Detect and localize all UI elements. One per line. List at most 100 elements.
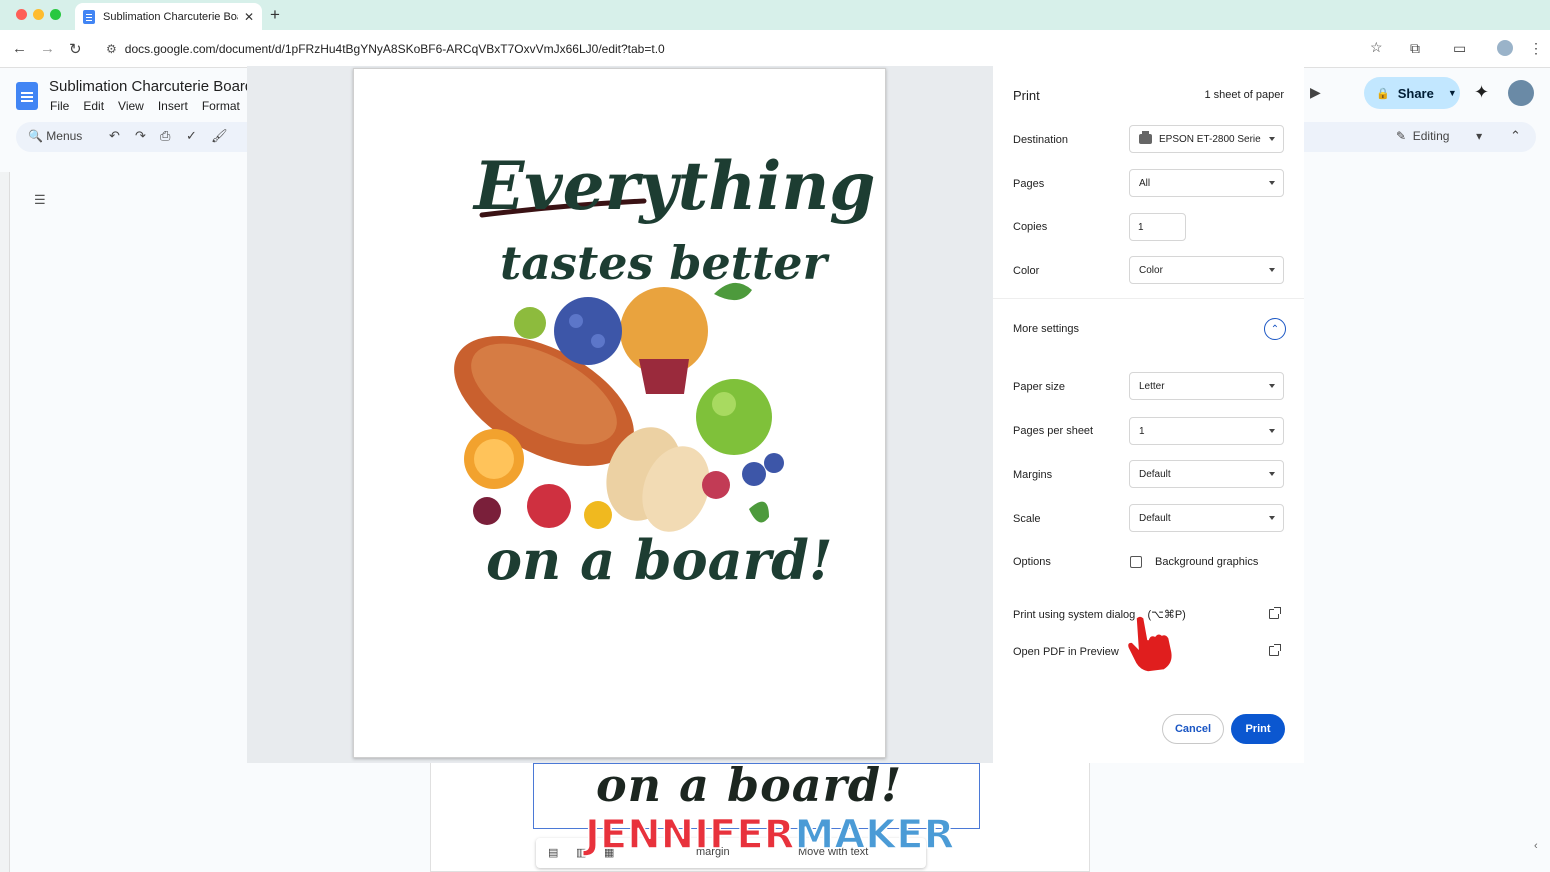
scale-value: Default [1139, 512, 1171, 524]
margins-value: Default [1139, 468, 1171, 480]
paint-format-icon[interactable]: 🖌 [211, 128, 228, 144]
chevron-down-icon [1269, 137, 1275, 141]
copies-input[interactable]: 1 [1129, 213, 1186, 241]
margins-select[interactable]: Default [1129, 460, 1284, 488]
browser-menu-icon[interactable]: ⋮ [1529, 40, 1543, 57]
destination-label: Destination [1013, 134, 1069, 146]
undo-icon[interactable]: ↶ [109, 128, 120, 144]
color-label: Color [1013, 265, 1040, 277]
new-tab-button[interactable]: + [270, 5, 280, 25]
window-close-button[interactable] [16, 9, 27, 20]
document-title[interactable]: Sublimation Charcuterie Board [49, 78, 253, 95]
print-preview-area: Everything tastes better on a board! [247, 66, 993, 763]
open-external-icon[interactable] [1269, 607, 1281, 619]
menus-label: Menus [46, 129, 83, 143]
share-dropdown-icon[interactable]: ▼ [1448, 88, 1457, 98]
printer-icon [1139, 131, 1152, 144]
paper-size-select[interactable]: Letter [1129, 372, 1284, 400]
pages-per-sheet-select[interactable]: 1 [1129, 417, 1284, 445]
browser-tab[interactable]: Sublimation Charcuterie Boar ✕ [75, 3, 262, 30]
bookmark-star-icon[interactable]: ☆ [1370, 39, 1383, 56]
redo-icon[interactable]: ↷ [135, 128, 146, 144]
menu-edit[interactable]: Edit [83, 99, 104, 113]
preview-line-2: tastes better [500, 236, 831, 290]
editing-mode[interactable]: ✎ Editing ▾ [1396, 129, 1482, 143]
menu-view[interactable]: View [118, 99, 144, 113]
meet-icon[interactable]: ▶ [1310, 84, 1321, 101]
scale-select[interactable]: Default [1129, 504, 1284, 532]
forward-arrow-icon[interactable]: → [40, 40, 55, 57]
account-avatar[interactable] [1508, 80, 1534, 106]
chevron-down-icon [1269, 181, 1275, 185]
tab-title: Sublimation Charcuterie Boar [103, 10, 238, 23]
paper-size-label: Paper size [1013, 381, 1065, 393]
editing-label: Editing [1412, 129, 1450, 143]
profile-avatar[interactable] [1497, 40, 1513, 56]
pages-select[interactable]: All [1129, 169, 1284, 197]
chevron-down-icon [1269, 472, 1275, 476]
food-illustration [454, 282, 784, 532]
pages-label: Pages [1013, 178, 1045, 190]
tab-close-icon[interactable]: ✕ [244, 10, 254, 24]
extensions-icon[interactable]: ⧉ [1410, 40, 1420, 57]
destination-value: EPSON ET-2800 Serie [1159, 133, 1261, 145]
docs-logo-icon[interactable] [16, 82, 38, 110]
preview-artwork: Everything tastes better on a board! [454, 147, 875, 592]
cancel-button[interactable]: Cancel [1162, 714, 1224, 744]
copies-label: Copies [1013, 221, 1048, 233]
chevron-down-icon [1269, 268, 1275, 272]
chevron-down-icon [1269, 516, 1275, 520]
pages-value: All [1139, 177, 1151, 189]
url-text: docs.google.com/document/d/1pFRzHu4tBgYN… [124, 42, 665, 56]
vertical-ruler [0, 172, 10, 872]
docs-tab-icon [83, 9, 95, 24]
open-external-icon[interactable] [1269, 644, 1281, 656]
menu-file[interactable]: File [50, 99, 69, 113]
more-settings-label[interactable]: More settings [1013, 323, 1079, 335]
inline-icon[interactable]: ▤ [548, 846, 558, 859]
outline-icon[interactable]: ☰ [34, 192, 46, 208]
print-title: Print [1013, 88, 1040, 103]
preview-line-1: Everything [472, 147, 875, 225]
reload-icon[interactable]: ↻ [69, 40, 82, 58]
url-omnibox[interactable]: ⚙ docs.google.com/document/d/1pFRzHu4tBg… [98, 35, 1398, 63]
options-label: Options [1013, 556, 1051, 568]
window-zoom-button[interactable] [50, 9, 61, 20]
background-graphics-label[interactable]: Background graphics [1155, 556, 1258, 568]
sheet-count: 1 sheet of paper [1204, 89, 1284, 101]
chevron-down-icon [1269, 429, 1275, 433]
margins-label: Margins [1013, 469, 1053, 481]
address-bar: ← → ↻ ⚙ docs.google.com/document/d/1pFRz… [0, 30, 1550, 68]
lock-icon: 🔒 [1376, 87, 1390, 100]
back-arrow-icon[interactable]: ← [12, 40, 27, 57]
browser-tab-bar: Sublimation Charcuterie Boar ✕ + [0, 0, 1550, 30]
share-label: Share [1397, 85, 1434, 101]
copies-value: 1 [1138, 221, 1144, 233]
destination-select[interactable]: EPSON ET-2800 Serie [1129, 125, 1284, 153]
background-graphics-checkbox[interactable] [1130, 556, 1142, 568]
watermark-part-2: MAKER [794, 811, 955, 859]
collapse-toolbar-icon[interactable]: ⌃ [1510, 128, 1521, 144]
print-button[interactable]: Print [1231, 714, 1285, 744]
preview-line-3: on a board! [486, 528, 833, 592]
paper-size-value: Letter [1139, 380, 1165, 392]
chevron-up-icon[interactable]: ⌃ [1264, 318, 1286, 340]
spellcheck-icon[interactable]: ✓ [186, 128, 197, 144]
pages-per-sheet-value: 1 [1139, 425, 1145, 437]
color-value: Color [1139, 264, 1163, 276]
window-minimize-button[interactable] [33, 9, 44, 20]
open-pdf-preview-link[interactable]: Open PDF in Preview [1013, 646, 1119, 658]
jennifermaker-watermark: JENNIFERMAKER [584, 811, 955, 859]
share-button[interactable]: 🔒 Share ▼ [1364, 77, 1460, 109]
gemini-icon[interactable]: ✦ [1474, 82, 1489, 103]
menu-insert[interactable]: Insert [158, 99, 188, 113]
color-select[interactable]: Color [1129, 256, 1284, 284]
print-toolbar-icon[interactable]: ⎙ [160, 128, 170, 144]
cast-icon[interactable]: ▭ [1453, 40, 1466, 57]
menus-search[interactable]: 🔍 Menus [28, 129, 82, 143]
side-panel-arrow-icon[interactable]: ‹ [1534, 840, 1538, 852]
watermark-part-1: JENNIFER [584, 811, 795, 859]
site-settings-icon[interactable]: ⚙ [106, 42, 117, 56]
doc-image-caption: on a board! [596, 758, 903, 812]
menu-format[interactable]: Format [202, 99, 240, 113]
